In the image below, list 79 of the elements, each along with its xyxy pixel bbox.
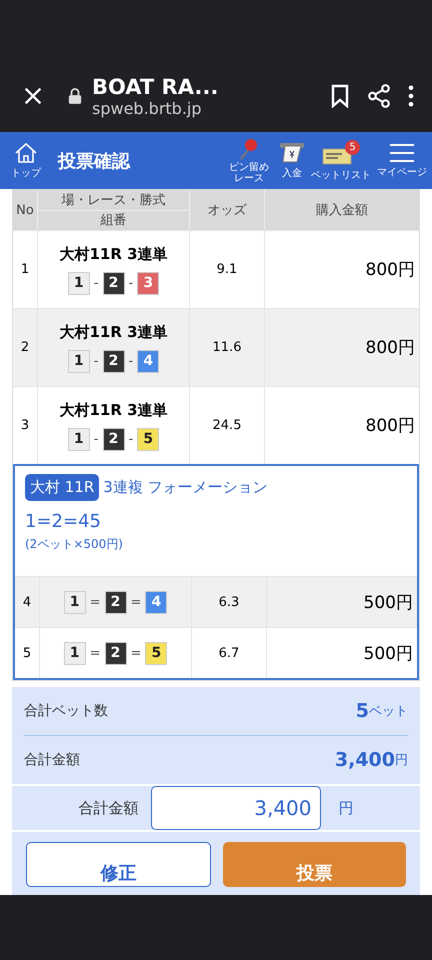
boat-number: 2 (102, 428, 124, 450)
amount-cell-text: 500円 (362, 642, 414, 666)
nav-item[interactable]: 5 ベットリスト (308, 140, 374, 182)
url-text: spweb.brtb.jp (92, 98, 203, 118)
separator-text: - (94, 276, 98, 290)
boat-number: 3 (137, 272, 160, 294)
column-header: 購入金額 (315, 202, 369, 220)
share-icon[interactable] (366, 83, 392, 109)
separator-text: - (94, 432, 98, 446)
amount-cell-text: 500円 (362, 592, 414, 614)
page-title: BOAT RA... (92, 74, 220, 98)
column-header: 場・レース・勝式 (60, 192, 166, 210)
odds-cell: 24.5 (190, 387, 265, 464)
summary-value: 3,400 (334, 749, 395, 771)
bet-detail: (2ベット×500円) (25, 536, 124, 553)
unit-text: ベット (369, 703, 408, 720)
column-header: 組番 (38, 210, 189, 230)
amount-cell-text: 800円 (364, 337, 416, 360)
boat-number: 1 (68, 272, 90, 294)
boat-number: 5 (145, 642, 168, 664)
table-cell: 2 (13, 309, 38, 386)
separator-text: - (128, 276, 134, 290)
ticket-machine-icon (279, 142, 305, 164)
boat-number: 2 (102, 350, 124, 372)
boat-number: 4 (137, 350, 160, 372)
table-cell: 3 (13, 387, 38, 464)
race-tag: 大村 11R (25, 474, 100, 501)
column-header: オッズ (190, 190, 265, 230)
separator-text: - (128, 354, 134, 368)
amount-cell-text: 800円 (364, 415, 416, 438)
summary-label: 合計金額 (24, 751, 81, 769)
nav-item[interactable]: マイページ (374, 142, 430, 178)
separator-text: = (130, 594, 142, 610)
separator-text: - (94, 354, 98, 368)
edit-button[interactable]: 修正 (26, 842, 211, 887)
odds-cell: 11.6 (190, 309, 265, 386)
separator-text: = (90, 594, 100, 610)
boat-number: 1 (68, 428, 90, 450)
unit-text: 円 (395, 752, 408, 769)
table-cell: 5 (15, 628, 40, 678)
combination-text: 1=2=45 (25, 511, 102, 532)
close-icon[interactable] (22, 85, 44, 107)
menu-icon (389, 142, 415, 162)
amount-cell-text: 800円 (364, 259, 416, 282)
amount-field[interactable]: 3,400 (150, 786, 320, 830)
nav-item[interactable]: ピン留めレース (222, 137, 276, 184)
summary-label: 合計ベット数 (24, 702, 109, 720)
separator-text: = (90, 646, 100, 660)
more-icon[interactable] (408, 85, 414, 107)
home-tab[interactable]: トップ (8, 142, 44, 180)
separator-text: - (128, 432, 134, 446)
column-header: No (13, 190, 38, 230)
nav-item[interactable]: 入金 (276, 142, 308, 180)
table-cell: 4 (15, 577, 40, 627)
unit-text: 円 (338, 798, 354, 818)
field-label: 合計金額 (78, 798, 138, 818)
boat-number: 1 (64, 590, 86, 614)
count-badge: 5 (345, 140, 360, 154)
bet-type: 3連複 フォーメーション (103, 478, 268, 497)
bookmark-icon[interactable] (330, 84, 350, 108)
boat-number: 1 (68, 350, 90, 372)
summary-value: 5 (356, 700, 369, 722)
boat-number: 2 (102, 272, 124, 294)
boat-number: 4 (145, 590, 168, 614)
boat-number: 2 (104, 590, 126, 614)
lock-icon (68, 87, 82, 105)
ticket-icon (322, 146, 352, 166)
home-icon (14, 142, 38, 164)
boat-number: 2 (104, 642, 126, 664)
vote-button[interactable]: 投票 (223, 842, 406, 887)
page-heading: 投票確認 (58, 150, 132, 172)
odds-cell: 6.3 (192, 577, 267, 627)
boat-number: 1 (64, 642, 86, 664)
race-name: 大村11R 3連単 (59, 400, 168, 420)
race-name: 大村11R 3連単 (59, 244, 168, 264)
boat-number: 5 (137, 428, 160, 450)
odds-cell: 6.7 (192, 628, 267, 678)
race-name: 大村11R 3連単 (59, 322, 168, 342)
separator-text: = (130, 646, 142, 660)
